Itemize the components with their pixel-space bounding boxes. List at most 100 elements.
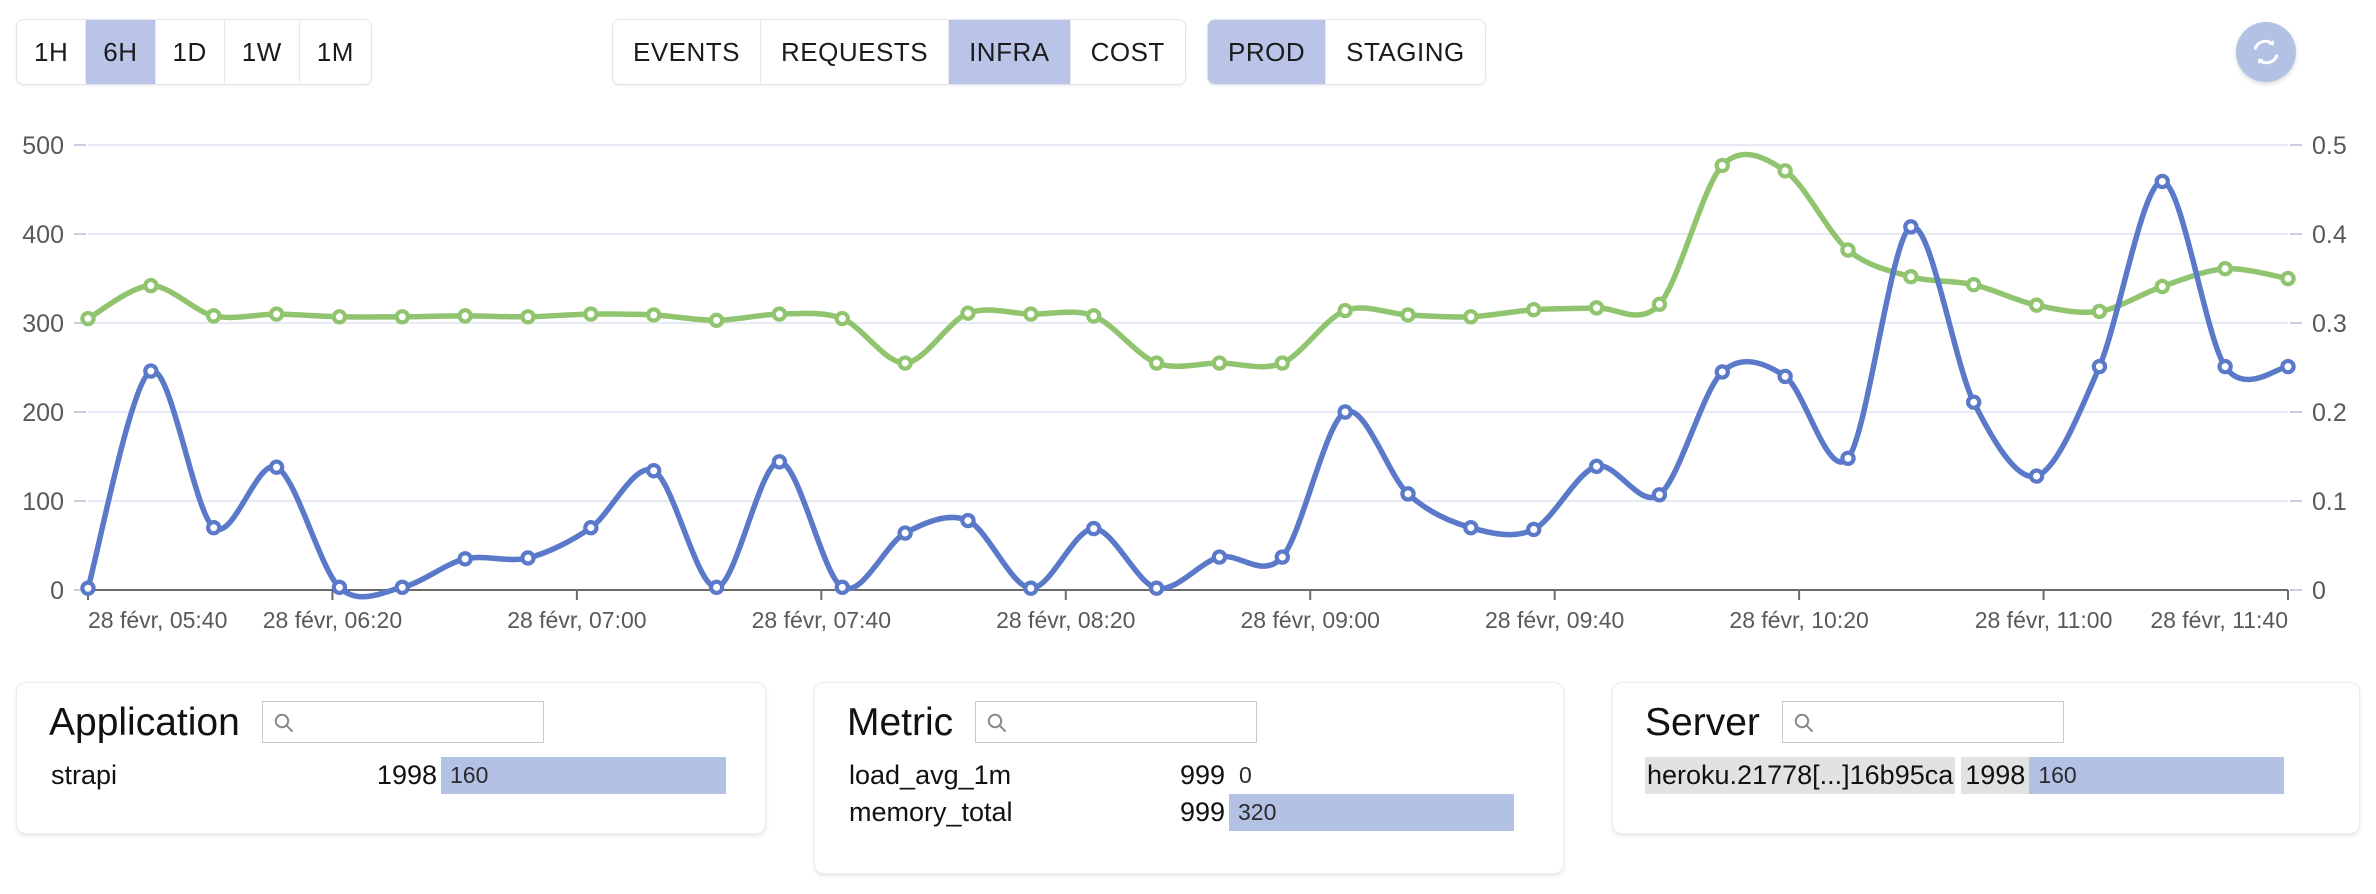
search-box-application[interactable] xyxy=(261,701,544,744)
series-point-load_avg_1m[interactable] xyxy=(2154,173,2170,190)
series-point-memory_total[interactable] xyxy=(1777,163,1793,179)
series-point-load_avg_1m[interactable] xyxy=(960,512,976,529)
series-point-load_avg_1m[interactable] xyxy=(143,363,159,379)
series-point-load_avg_1m[interactable] xyxy=(1400,486,1416,502)
series-point-load_avg_1m[interactable] xyxy=(394,579,410,596)
series-point-memory_total[interactable] xyxy=(80,310,96,327)
series-point-memory_total[interactable] xyxy=(394,309,410,325)
series-point-memory_total[interactable] xyxy=(520,309,536,325)
series-point-memory_total[interactable] xyxy=(2217,261,2233,277)
series-point-load_avg_1m[interactable] xyxy=(771,454,788,470)
segment-environment-staging[interactable]: STAGING xyxy=(1326,20,1485,84)
series-point-load_avg_1m[interactable] xyxy=(331,579,348,596)
search-input-server[interactable] xyxy=(1816,702,2061,744)
series-point-memory_total[interactable] xyxy=(1840,242,1856,258)
facet-row[interactable]: memory_total 999 320 xyxy=(847,794,1563,831)
segment-time-range-1d[interactable]: 1D xyxy=(155,20,225,84)
y-axis-label-left: 300 xyxy=(22,310,64,338)
segment-time-range-1m[interactable]: 1M xyxy=(299,20,371,84)
series-point-load_avg_1m[interactable] xyxy=(2280,358,2296,375)
series-point-load_avg_1m[interactable] xyxy=(708,579,725,596)
series-point-memory_total[interactable] xyxy=(834,310,850,327)
series-point-memory_total[interactable] xyxy=(1274,355,1290,371)
series-point-memory_total[interactable] xyxy=(708,312,725,329)
segment-view-cost[interactable]: COST xyxy=(1070,20,1185,84)
series-point-memory_total[interactable] xyxy=(1148,355,1165,371)
series-point-load_avg_1m[interactable] xyxy=(1966,394,1982,410)
segment-time-range-1h[interactable]: 1H xyxy=(17,20,87,84)
series-point-load_avg_1m[interactable] xyxy=(1588,458,1605,474)
series-point-memory_total[interactable] xyxy=(1211,355,1228,371)
series-point-memory_total[interactable] xyxy=(1903,269,1919,285)
facet-row[interactable]: heroku.21778[...]16b95ca 1998 160 xyxy=(1645,757,2359,794)
series-point-memory_total[interactable] xyxy=(1400,307,1416,323)
segment-environment-prod[interactable]: PROD xyxy=(1208,20,1327,84)
series-point-memory_total[interactable] xyxy=(457,308,473,324)
series-point-load_avg_1m[interactable] xyxy=(1023,580,1039,596)
series-point-memory_total[interactable] xyxy=(771,306,788,322)
facet-row-bar: 160 xyxy=(441,757,726,794)
series-point-memory_total[interactable] xyxy=(960,305,976,321)
series-point-memory_total[interactable] xyxy=(646,307,662,323)
series-point-memory_total[interactable] xyxy=(1526,301,1542,318)
refresh-button[interactable] xyxy=(2236,22,2296,82)
series-point-memory_total[interactable] xyxy=(331,309,348,325)
view-selector[interactable]: EVENTS REQUESTS INFRA COST xyxy=(612,19,1186,85)
series-point-memory_total[interactable] xyxy=(1086,308,1102,324)
series-point-load_avg_1m[interactable] xyxy=(1086,520,1102,537)
series-point-memory_total[interactable] xyxy=(1651,296,1668,313)
series-point-memory_total[interactable] xyxy=(2091,303,2108,320)
series-point-memory_total[interactable] xyxy=(1337,302,1353,319)
facet-row[interactable]: strapi 1998 160 xyxy=(49,757,765,794)
search-input-metric[interactable] xyxy=(1010,702,1255,744)
series-point-load_avg_1m[interactable] xyxy=(520,550,536,566)
series-point-memory_total[interactable] xyxy=(583,306,599,322)
series-point-memory_total[interactable] xyxy=(143,277,159,294)
series-point-load_avg_1m[interactable] xyxy=(1777,368,1793,385)
series-point-load_avg_1m[interactable] xyxy=(1526,521,1542,538)
infra-timeseries-chart[interactable]: 0 100 200 300 400 500 0 0.1 0.2 0.3 0.4 0.5 28 févr,… xyxy=(0,104,2376,649)
series-point-memory_total[interactable] xyxy=(897,355,913,371)
series-point-load_avg_1m[interactable] xyxy=(2028,468,2045,484)
series-point-load_avg_1m[interactable] xyxy=(1651,487,1668,503)
series-point-load_avg_1m[interactable] xyxy=(1337,404,1353,420)
series-point-memory_total[interactable] xyxy=(206,308,222,324)
series-point-load_avg_1m[interactable] xyxy=(457,551,473,567)
segment-time-range-1w[interactable]: 1W xyxy=(224,20,300,84)
search-input-application[interactable] xyxy=(296,702,541,744)
series-point-load_avg_1m[interactable] xyxy=(1840,450,1856,466)
series-point-memory_total[interactable] xyxy=(1714,157,1730,174)
search-box-server[interactable] xyxy=(1781,701,2064,744)
series-point-load_avg_1m[interactable] xyxy=(834,579,850,596)
series-point-memory_total[interactable] xyxy=(2280,270,2296,287)
segment-time-range-6h[interactable]: 6H xyxy=(86,20,156,84)
series-point-memory_total[interactable] xyxy=(1966,277,1982,293)
series-point-memory_total[interactable] xyxy=(2028,297,2045,313)
series-point-load_avg_1m[interactable] xyxy=(1274,549,1290,565)
series-point-load_avg_1m[interactable] xyxy=(1148,580,1165,596)
series-point-load_avg_1m[interactable] xyxy=(1714,364,1730,380)
series-point-memory_total[interactable] xyxy=(268,306,285,322)
segment-view-infra[interactable]: INFRA xyxy=(949,20,1071,84)
environment-selector[interactable]: PROD STAGING xyxy=(1207,19,1486,85)
series-point-memory_total[interactable] xyxy=(2154,278,2170,295)
segment-view-events[interactable]: EVENTS xyxy=(613,20,762,84)
segment-view-requests[interactable]: REQUESTS xyxy=(761,20,950,84)
series-point-memory_total[interactable] xyxy=(1463,309,1479,325)
time-range-selector[interactable]: 1H 6H 1D 1W 1M xyxy=(16,19,372,85)
series-point-load_avg_1m[interactable] xyxy=(2217,358,2233,375)
series-point-load_avg_1m[interactable] xyxy=(1903,219,1919,235)
facet-row[interactable]: load_avg_1m 999 0 xyxy=(847,757,1563,794)
series-point-load_avg_1m[interactable] xyxy=(646,463,662,479)
series-point-load_avg_1m[interactable] xyxy=(268,459,285,475)
search-box-metric[interactable] xyxy=(975,701,1258,744)
series-point-load_avg_1m[interactable] xyxy=(1211,549,1228,565)
series-point-load_avg_1m[interactable] xyxy=(583,520,599,536)
series-point-load_avg_1m[interactable] xyxy=(1463,520,1479,536)
series-point-load_avg_1m[interactable] xyxy=(206,520,222,536)
series-point-memory_total[interactable] xyxy=(1588,300,1605,316)
series-point-load_avg_1m[interactable] xyxy=(2091,358,2108,375)
series-point-load_avg_1m[interactable] xyxy=(80,580,96,596)
series-point-load_avg_1m[interactable] xyxy=(897,525,913,541)
series-point-memory_total[interactable] xyxy=(1023,306,1039,322)
